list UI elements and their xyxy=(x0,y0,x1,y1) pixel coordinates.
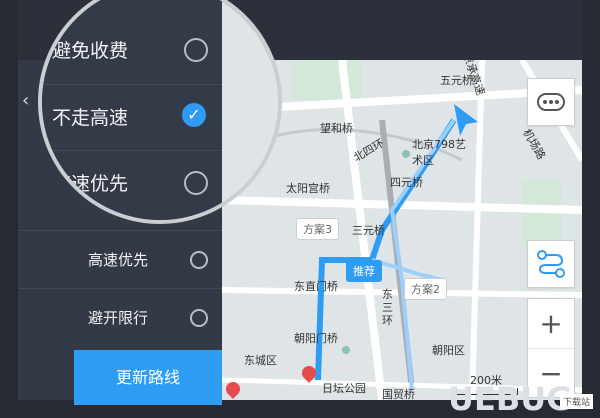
route-tag-plan3[interactable]: 方案3 xyxy=(296,218,339,240)
radio-icon xyxy=(184,38,208,62)
option-label: 高速优先 xyxy=(52,173,129,195)
option-avoid-restriction[interactable]: 避开限行 xyxy=(18,288,222,347)
label-ritan: 日坛公园 xyxy=(322,382,366,395)
radio-icon xyxy=(184,171,208,195)
label-guomao: 国贸桥 xyxy=(382,388,415,400)
label-dongzhimen: 东直门桥 xyxy=(294,280,338,293)
option-highway-first-zoomed[interactable]: 高速优先 xyxy=(42,150,222,217)
radio-icon xyxy=(190,309,208,327)
option-no-highway[interactable]: 不走高速 ✓ xyxy=(42,84,222,151)
route-tag-plan2[interactable]: 方案2 xyxy=(404,278,447,300)
radio-icon xyxy=(190,251,208,269)
poi-icon xyxy=(402,150,410,158)
update-route-button[interactable]: 更新路线 xyxy=(74,350,222,405)
label-chaoyangmen: 朝阳门桥 xyxy=(294,332,338,345)
label-chaoyang: 朝阳区 xyxy=(432,344,465,357)
option-label: 避免收费 xyxy=(52,40,129,62)
label-sanyuanqiao: 三元桥 xyxy=(352,224,385,237)
more-button[interactable] xyxy=(527,78,575,126)
watermark-logo: UEBUG xyxy=(448,380,573,418)
route-tag-recommend[interactable]: 推荐 xyxy=(346,260,382,282)
watermark-sub: 下载站 xyxy=(560,394,594,409)
right-edge xyxy=(582,0,600,418)
option-label: 避开限行 xyxy=(88,309,149,327)
option-avoid-toll[interactable]: 避免收费 xyxy=(42,18,222,84)
label-dongsanhuan: 东 三 环 xyxy=(382,288,393,327)
label-dongcheng: 东城区 xyxy=(244,354,277,367)
more-icon xyxy=(537,93,565,111)
label-taiyanggong: 太阳宫桥 xyxy=(286,182,330,195)
magnifier-map xyxy=(222,0,278,220)
option-highway-first[interactable]: 高速优先 xyxy=(18,230,222,289)
left-edge xyxy=(0,0,18,418)
check-icon: ✓ xyxy=(182,103,206,127)
route-options-icon xyxy=(537,250,565,278)
option-label: 不走高速 xyxy=(52,107,129,129)
magnifier-overlay: 避免收费 不走高速 ✓ 高速优先 xyxy=(38,0,282,224)
option-label: 高速优先 xyxy=(88,251,149,269)
zoom-in-button[interactable]: + xyxy=(528,299,574,348)
back-arrow-icon[interactable]: ‹ xyxy=(22,90,29,111)
route-options-button[interactable] xyxy=(527,240,575,288)
poi-icon xyxy=(342,346,350,354)
label-798: 北京798艺 术区 xyxy=(412,138,466,167)
label-wangheqiao: 望和桥 xyxy=(320,122,353,135)
label-sihuanqiao: 四元桥 xyxy=(390,176,423,189)
